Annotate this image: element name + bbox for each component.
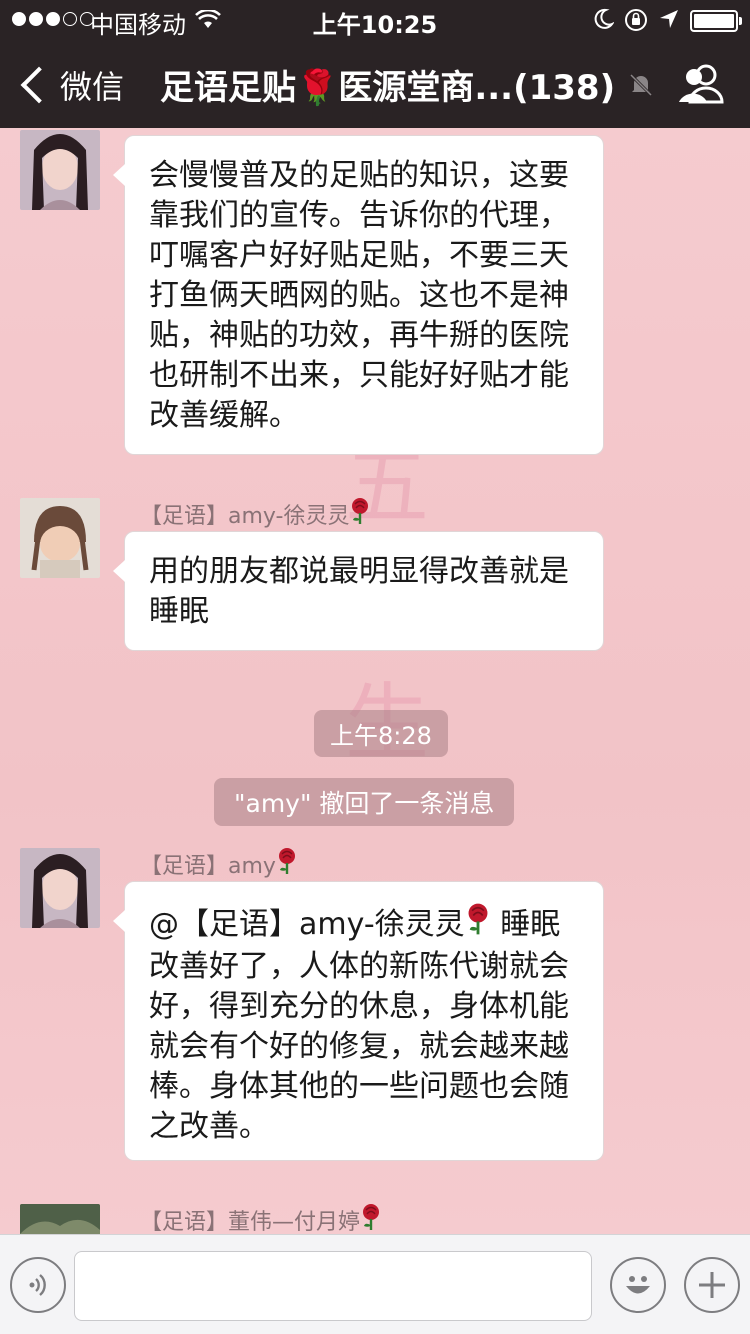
message-text: 睡眠改善好了，人体的新陈代谢就会好，得到充分的休息，身体机能就会有个好的修复，就…: [149, 907, 569, 1144]
chat-area[interactable]: 五 养 生 会慢慢普及的足贴的知识，这要靠我们的宣传。告诉你的代理，叮嘱客户好好…: [0, 128, 750, 1234]
message-input[interactable]: [74, 1251, 592, 1321]
avatar[interactable]: [20, 130, 100, 210]
avatar[interactable]: [20, 498, 100, 578]
message-bubble[interactable]: 用的朋友都说最明显得改善就是睡眠: [113, 531, 604, 651]
avatar[interactable]: [20, 1204, 100, 1234]
status-bar: 中国移动 上午10:25: [0, 0, 750, 40]
back-button[interactable]: 微信: [18, 62, 124, 108]
rose-emoji-icon: [349, 497, 371, 531]
more-options-button[interactable]: [684, 1257, 740, 1313]
message-text: 用的朋友都说最明显得改善就是睡眠: [149, 554, 569, 629]
rose-emoji-icon: [360, 1203, 382, 1234]
group-members-button[interactable]: [676, 62, 724, 110]
location-icon: [658, 8, 680, 36]
chat-title: 足语足贴🌹医源堂商...(138): [160, 68, 616, 108]
sender-name: 【足语】amy: [140, 847, 298, 881]
mention-text: @【足语】amy-徐灵灵: [149, 907, 465, 942]
do-not-disturb-icon: [592, 8, 615, 36]
message-bubble[interactable]: 会慢慢普及的足贴的知识，这要靠我们的宣传。告诉你的代理，叮嘱客户好好贴足贴，不要…: [113, 135, 604, 455]
avatar[interactable]: [20, 848, 100, 928]
message-text: 会慢慢普及的足贴的知识，这要靠我们的宣传。告诉你的代理，叮嘱客户好好贴足贴，不要…: [149, 158, 569, 433]
message-bubble[interactable]: @【足语】amy-徐灵灵 睡眠改善好了，人体的新陈代谢就会好，得到充分的休息，身…: [113, 881, 604, 1161]
muted-bell-icon: [628, 72, 654, 102]
rose-emoji-icon: [465, 902, 491, 947]
back-label: 微信: [60, 68, 125, 106]
sender-name: 【足语】董伟—付月婷: [140, 1203, 382, 1234]
voice-icon: [29, 1274, 46, 1296]
rotation-lock-icon: [624, 8, 648, 38]
plus-icon: [699, 1272, 725, 1298]
top-bar: 中国移动 上午10:25 微信 足语足贴🌹医源堂商...(138): [0, 0, 750, 128]
rose-emoji-icon: [276, 847, 298, 881]
voice-input-button[interactable]: [10, 1257, 66, 1313]
battery-icon: [690, 10, 742, 32]
input-bar: [0, 1234, 750, 1334]
emoji-button[interactable]: [610, 1257, 666, 1313]
people-icon: [679, 64, 724, 104]
smiley-icon: [626, 1276, 650, 1294]
recall-notice: "amy" 撤回了一条消息: [214, 778, 515, 826]
navigation-bar: 微信 足语足贴🌹医源堂商...(138): [0, 40, 750, 128]
chevron-left-icon: [20, 66, 58, 104]
timestamp-label: 上午8:28: [314, 710, 448, 757]
sender-name: 【足语】amy-徐灵灵: [140, 497, 371, 531]
